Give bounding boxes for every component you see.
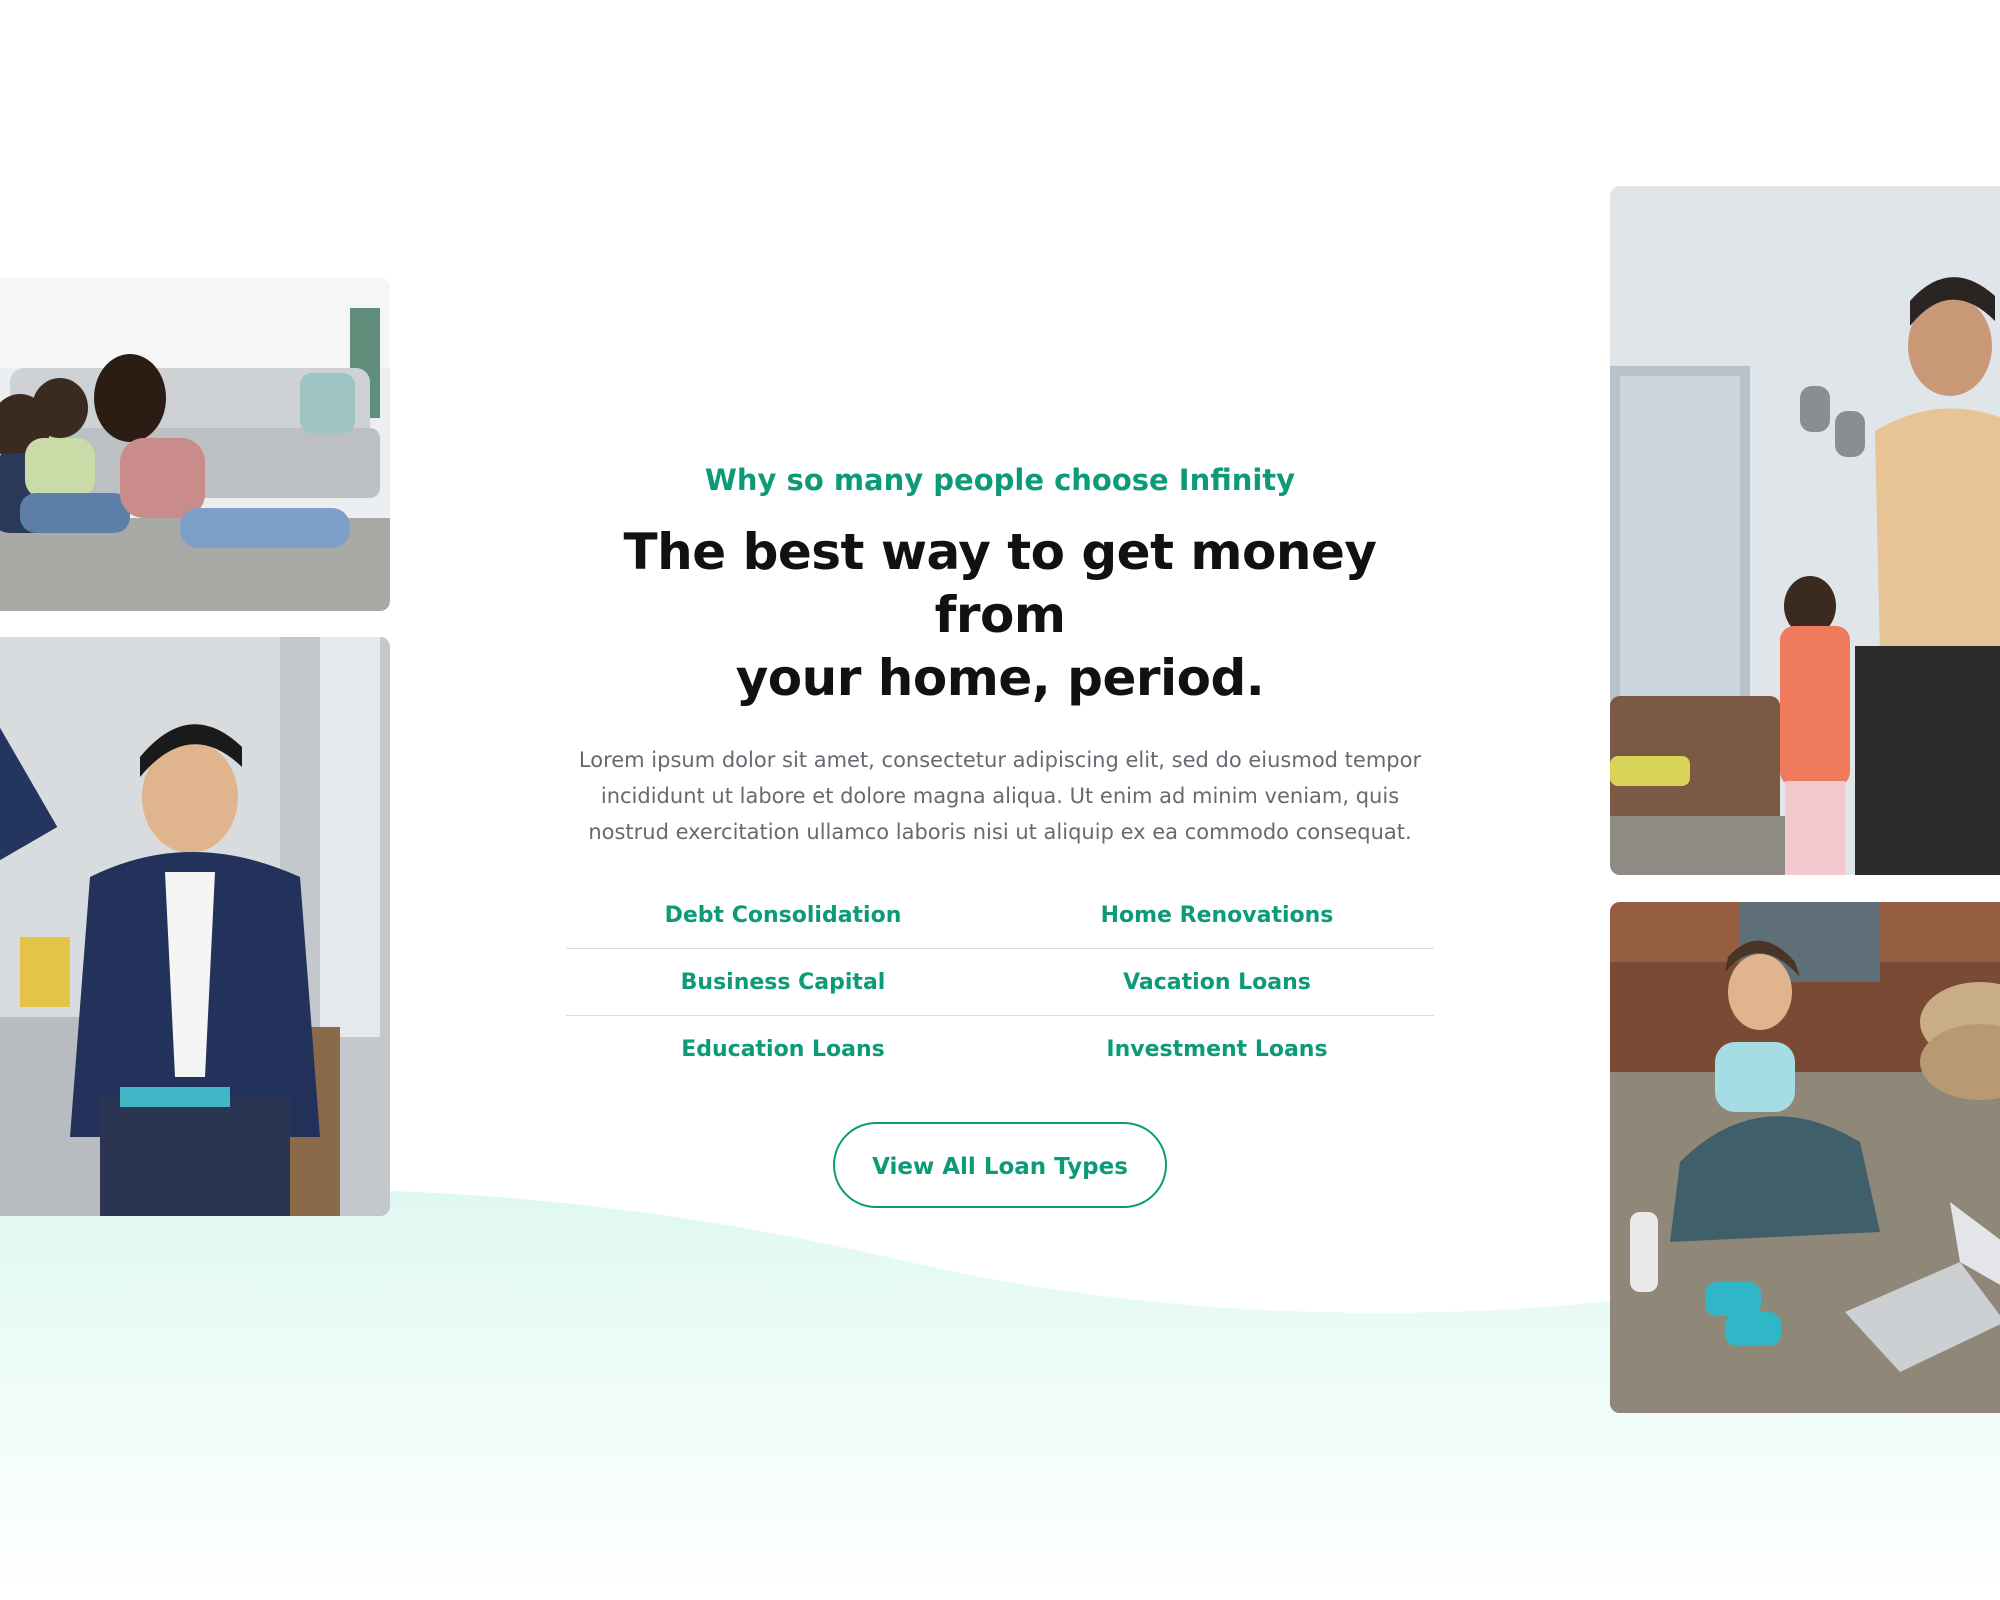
- loan-link-business-capital[interactable]: Business Capital: [566, 970, 1000, 995]
- loan-link-home-renovations[interactable]: Home Renovations: [1000, 903, 1434, 928]
- headline-line-1: The best way to get money from: [623, 523, 1377, 644]
- loan-row: Debt Consolidation Home Renovations: [566, 882, 1434, 949]
- view-all-loan-types-button[interactable]: View All Loan Types: [833, 1122, 1167, 1208]
- section-body: Lorem ipsum dolor sit amet, consectetur …: [578, 748, 1422, 844]
- loan-row: Education Loans Investment Loans: [566, 1016, 1434, 1082]
- businessman-photo: [0, 637, 390, 1216]
- why-infinity-section: Why so many people choose Infinity The b…: [566, 455, 1434, 1208]
- section-eyebrow: Why so many people choose Infinity: [704, 463, 1296, 497]
- headline-line-2: your home, period.: [735, 649, 1265, 707]
- father-daughter-photo: [1610, 186, 2000, 875]
- loan-link-debt-consolidation[interactable]: Debt Consolidation: [566, 903, 1000, 928]
- loan-row: Business Capital Vacation Loans: [566, 949, 1434, 1016]
- loan-link-investment-loans[interactable]: Investment Loans: [1000, 1037, 1434, 1062]
- family-photo: [0, 278, 390, 611]
- loan-link-education-loans[interactable]: Education Loans: [566, 1037, 1000, 1062]
- woman-laptop-photo: [1610, 902, 2000, 1413]
- loan-types-grid: Debt Consolidation Home Renovations Busi…: [566, 882, 1434, 1082]
- loan-link-vacation-loans[interactable]: Vacation Loans: [1000, 970, 1434, 995]
- cta-wrapper: View All Loan Types: [566, 1122, 1434, 1208]
- section-headline: The best way to get money from your home…: [566, 521, 1434, 710]
